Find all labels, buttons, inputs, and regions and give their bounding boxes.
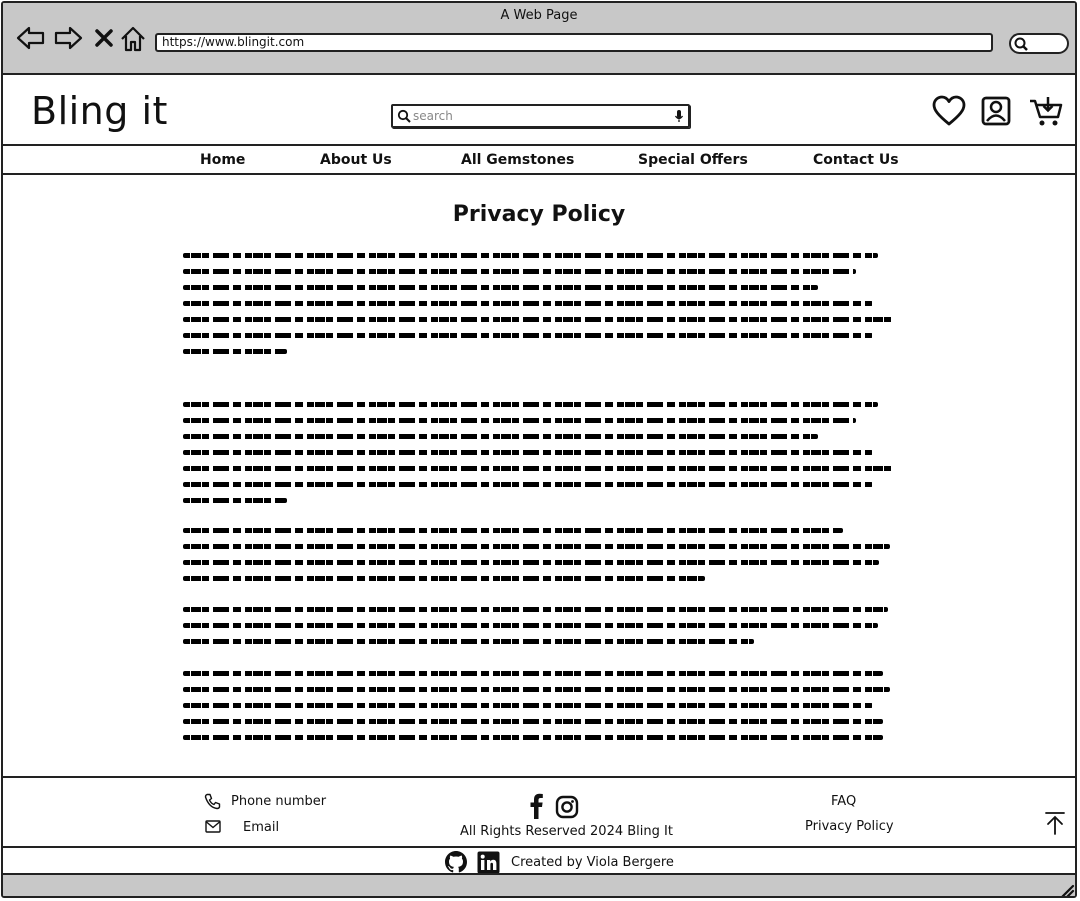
browser-chrome: A Web Page https://www.blingit.com [3, 3, 1075, 75]
footer-copyright: All Rights Reserved 2024 Bling It [460, 824, 673, 839]
nav-item-contact-us[interactable]: Contact Us [813, 152, 899, 168]
browser-search[interactable] [1009, 33, 1069, 54]
back-to-top-icon[interactable] [1044, 811, 1066, 835]
search-input[interactable] [413, 107, 653, 125]
facebook-icon[interactable] [528, 792, 544, 820]
policy-paragraph [183, 671, 898, 751]
search-icon [1014, 37, 1028, 51]
forward-icon[interactable] [53, 25, 83, 51]
policy-paragraph [183, 528, 898, 592]
search-icon [397, 109, 411, 123]
nav-item-all-gemstones[interactable]: All Gemstones [461, 152, 574, 168]
mic-icon[interactable] [674, 109, 684, 123]
nav-item-home[interactable]: Home [200, 152, 245, 168]
policy-paragraph [183, 253, 898, 365]
heart-icon[interactable] [932, 95, 966, 127]
site-search[interactable] [391, 104, 690, 128]
policy-paragraph [183, 607, 898, 655]
footer-email[interactable]: Email [243, 820, 279, 835]
footer-phone[interactable]: Phone number [231, 794, 326, 809]
site-header: Bling it [3, 75, 1075, 145]
instagram-icon[interactable] [555, 795, 579, 819]
home-icon[interactable] [119, 25, 147, 53]
resize-grip-icon[interactable] [1059, 883, 1075, 898]
address-bar[interactable]: https://www.blingit.com [155, 33, 993, 52]
mail-icon [205, 820, 221, 833]
site-logo[interactable]: Bling it [31, 89, 168, 133]
policy-paragraph [183, 402, 898, 514]
site-footer: Phone number Email All Rights Reserved 2… [3, 776, 1075, 846]
back-icon[interactable] [16, 25, 46, 51]
cart-icon[interactable] [1028, 95, 1064, 129]
footer-privacy-link[interactable]: Privacy Policy [805, 819, 894, 834]
nav-item-special-offers[interactable]: Special Offers [638, 152, 748, 168]
linkedin-icon[interactable] [477, 851, 500, 874]
main-nav: Home About Us All Gemstones Special Offe… [3, 144, 1075, 175]
account-icon[interactable] [980, 95, 1012, 127]
github-icon[interactable] [444, 850, 468, 874]
browser-status-bar [3, 873, 1075, 898]
browser-window: A Web Page https://www.blingit.com Bling… [1, 1, 1077, 898]
page-title: Privacy Policy [452, 202, 626, 227]
window-title: A Web Page [500, 8, 578, 23]
footer-faq-link[interactable]: FAQ [831, 794, 856, 809]
phone-icon [204, 793, 221, 810]
close-icon[interactable] [94, 28, 114, 48]
footer-credit: Created by Viola Bergere [511, 855, 674, 870]
nav-item-about-us[interactable]: About Us [320, 152, 392, 168]
credit-bar: Created by Viola Bergere [3, 846, 1075, 875]
